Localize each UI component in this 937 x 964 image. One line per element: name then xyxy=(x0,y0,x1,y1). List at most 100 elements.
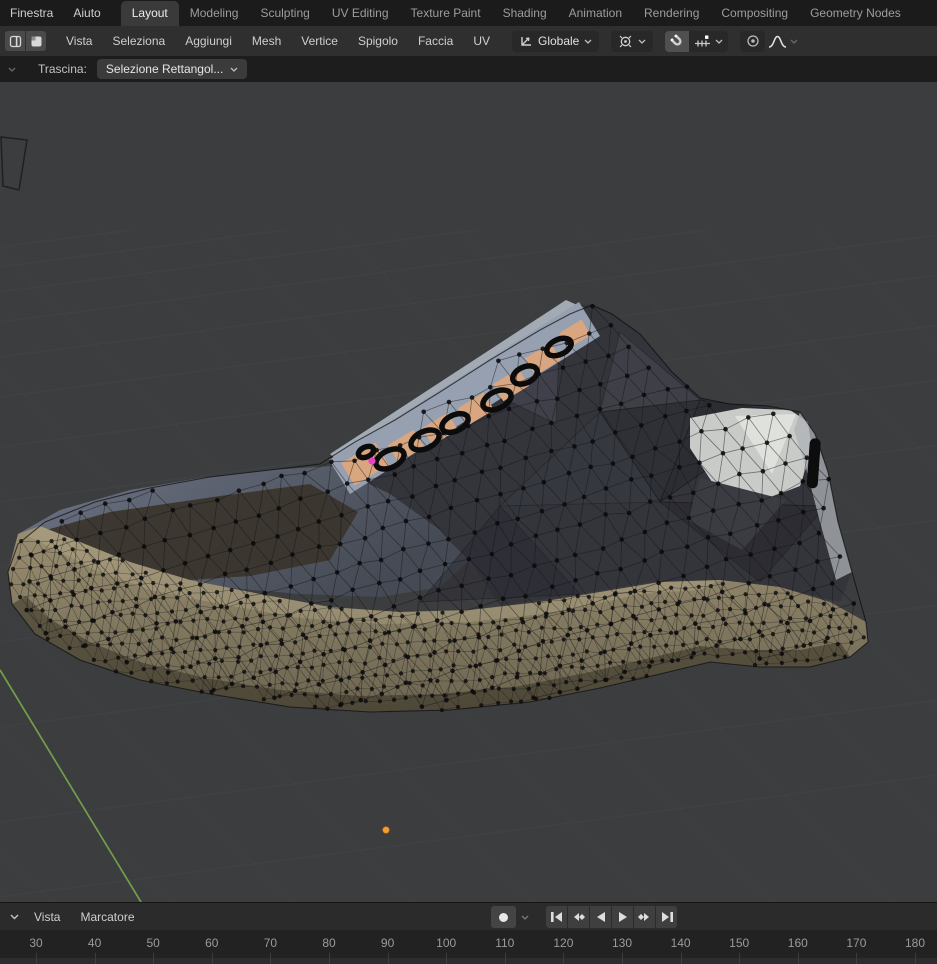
timeline-header: VistaMarcatore xyxy=(0,902,937,930)
drag-tool-value: Selezione Rettangol... xyxy=(106,62,223,76)
track-gridline xyxy=(915,958,916,964)
snap-with-dropdown[interactable] xyxy=(689,31,728,52)
chevron-down-icon xyxy=(584,39,592,44)
tab-sculpting[interactable]: Sculpting xyxy=(249,1,320,26)
jump-to-end-icon xyxy=(660,911,674,923)
viewport-menu-vista[interactable]: Vista xyxy=(56,34,102,48)
frame-label: 150 xyxy=(729,936,749,950)
tab-animation[interactable]: Animation xyxy=(558,1,633,26)
select-mode-edge-button[interactable] xyxy=(5,31,25,51)
frame-label: 100 xyxy=(436,936,456,950)
track-gridline xyxy=(563,958,564,964)
editor-type-dropdown[interactable] xyxy=(4,907,24,927)
frame-label: 140 xyxy=(671,936,691,950)
proportional-falloff-icon[interactable] xyxy=(768,35,787,48)
track-gridline xyxy=(329,958,330,964)
play-button[interactable] xyxy=(612,906,633,928)
object-origin-dot xyxy=(383,827,390,834)
topbar-menu-aiuto[interactable]: Aiuto xyxy=(63,6,110,20)
track-gridline xyxy=(270,958,271,964)
viewport-menu-aggiungi[interactable]: Aggiungi xyxy=(175,34,242,48)
topbar-menu-finestra[interactable]: Finestra xyxy=(0,6,63,20)
viewport-canvas xyxy=(0,82,937,902)
viewport-menu-mesh[interactable]: Mesh xyxy=(242,34,291,48)
frame-label: 170 xyxy=(846,936,866,950)
drag-label: Trascina: xyxy=(38,62,87,76)
y-axis-line xyxy=(0,670,141,902)
snap-increment-icon xyxy=(694,35,711,48)
viewport-header-menus: VistaSelezionaAggiungiMeshVerticeSpigolo… xyxy=(56,34,500,48)
frame-label: 90 xyxy=(381,936,394,950)
topbar: FinestraAiuto LayoutModelingSculptingUV … xyxy=(0,0,937,26)
tab-rendering[interactable]: Rendering xyxy=(633,1,710,26)
topbar-menus: FinestraAiuto xyxy=(0,0,111,26)
chevron-down-icon xyxy=(715,39,723,44)
keying-set-dropdown[interactable] xyxy=(516,915,534,920)
previous-keyframe-button[interactable] xyxy=(568,906,589,928)
play-icon xyxy=(616,911,630,923)
play-reverse-button[interactable] xyxy=(590,906,611,928)
timeline-ruler[interactable]: 3040506070809010011012013014015016017018… xyxy=(0,930,937,958)
track-gridline xyxy=(153,958,154,964)
chevron-down-icon[interactable] xyxy=(790,39,798,44)
select-mode-face-button[interactable] xyxy=(26,31,46,51)
next-keyframe-button[interactable] xyxy=(634,906,655,928)
track-gridline xyxy=(212,958,213,964)
tab-shading[interactable]: Shading xyxy=(492,1,558,26)
transport-buttons xyxy=(546,906,677,928)
playback-controls xyxy=(491,906,677,928)
jump-to-start-button[interactable] xyxy=(546,906,567,928)
viewport-3d[interactable] xyxy=(0,82,937,902)
viewport-menu-seleziona[interactable]: Seleziona xyxy=(102,34,175,48)
jump-to-start-icon xyxy=(550,911,564,923)
proportional-editing-button[interactable] xyxy=(740,31,765,52)
tab-layout[interactable]: Layout xyxy=(121,1,179,26)
viewport-menu-faccia[interactable]: Faccia xyxy=(408,34,463,48)
frame-label: 110 xyxy=(495,936,514,950)
edge-select-icon xyxy=(9,35,22,48)
timeline-track[interactable] xyxy=(0,958,937,964)
shoe-mesh-object xyxy=(8,300,868,712)
frame-label: 40 xyxy=(88,936,101,950)
pivot-point-dropdown[interactable] xyxy=(611,31,653,52)
track-gridline xyxy=(856,958,857,964)
timeline-menus: VistaMarcatore xyxy=(24,910,145,924)
tool-settings-bar: Trascina: Selezione Rettangol... xyxy=(0,56,937,82)
magnet-icon xyxy=(670,34,684,48)
track-gridline xyxy=(505,958,506,964)
workspace-tabs: LayoutModelingSculptingUV EditingTexture… xyxy=(121,0,912,26)
timeline-menu-vista[interactable]: Vista xyxy=(24,910,70,924)
track-gridline xyxy=(739,958,740,964)
timeline-menu-marcatore[interactable]: Marcatore xyxy=(70,910,144,924)
track-gridline xyxy=(681,958,682,964)
track-gridline xyxy=(95,958,96,964)
jump-to-end-button[interactable] xyxy=(656,906,677,928)
frame-label: 120 xyxy=(553,936,573,950)
track-gridline xyxy=(622,958,623,964)
orientation-label: Globale xyxy=(538,34,579,48)
cropped-scene-object xyxy=(1,137,27,190)
frame-label: 50 xyxy=(147,936,160,950)
chevron-down-icon xyxy=(521,915,529,920)
tab-compositing[interactable]: Compositing xyxy=(710,1,799,26)
track-gridline xyxy=(446,958,447,964)
drag-tool-dropdown[interactable]: Selezione Rettangol... xyxy=(97,59,247,79)
viewport-menu-vertice[interactable]: Vertice xyxy=(291,34,348,48)
frame-label: 130 xyxy=(612,936,632,950)
chevron-down-icon xyxy=(230,67,238,72)
frame-label: 30 xyxy=(29,936,42,950)
frame-label: 180 xyxy=(905,936,925,950)
frame-label: 160 xyxy=(788,936,808,950)
pivot-point-icon xyxy=(618,34,633,49)
transform-orientation-dropdown[interactable]: Globale xyxy=(512,31,599,52)
snapping-group xyxy=(665,31,728,52)
auto-keyframe-button[interactable] xyxy=(491,906,516,928)
viewport-menu-uv[interactable]: UV xyxy=(463,34,500,48)
tab-uv-editing[interactable]: UV Editing xyxy=(321,1,400,26)
snap-toggle-button[interactable] xyxy=(665,31,689,52)
tab-geometry-nodes[interactable]: Geometry Nodes xyxy=(799,1,912,26)
viewport-menu-spigolo[interactable]: Spigolo xyxy=(348,34,408,48)
tab-texture-paint[interactable]: Texture Paint xyxy=(400,1,492,26)
tab-modeling[interactable]: Modeling xyxy=(179,1,250,26)
orientation-axes-icon xyxy=(519,34,533,48)
